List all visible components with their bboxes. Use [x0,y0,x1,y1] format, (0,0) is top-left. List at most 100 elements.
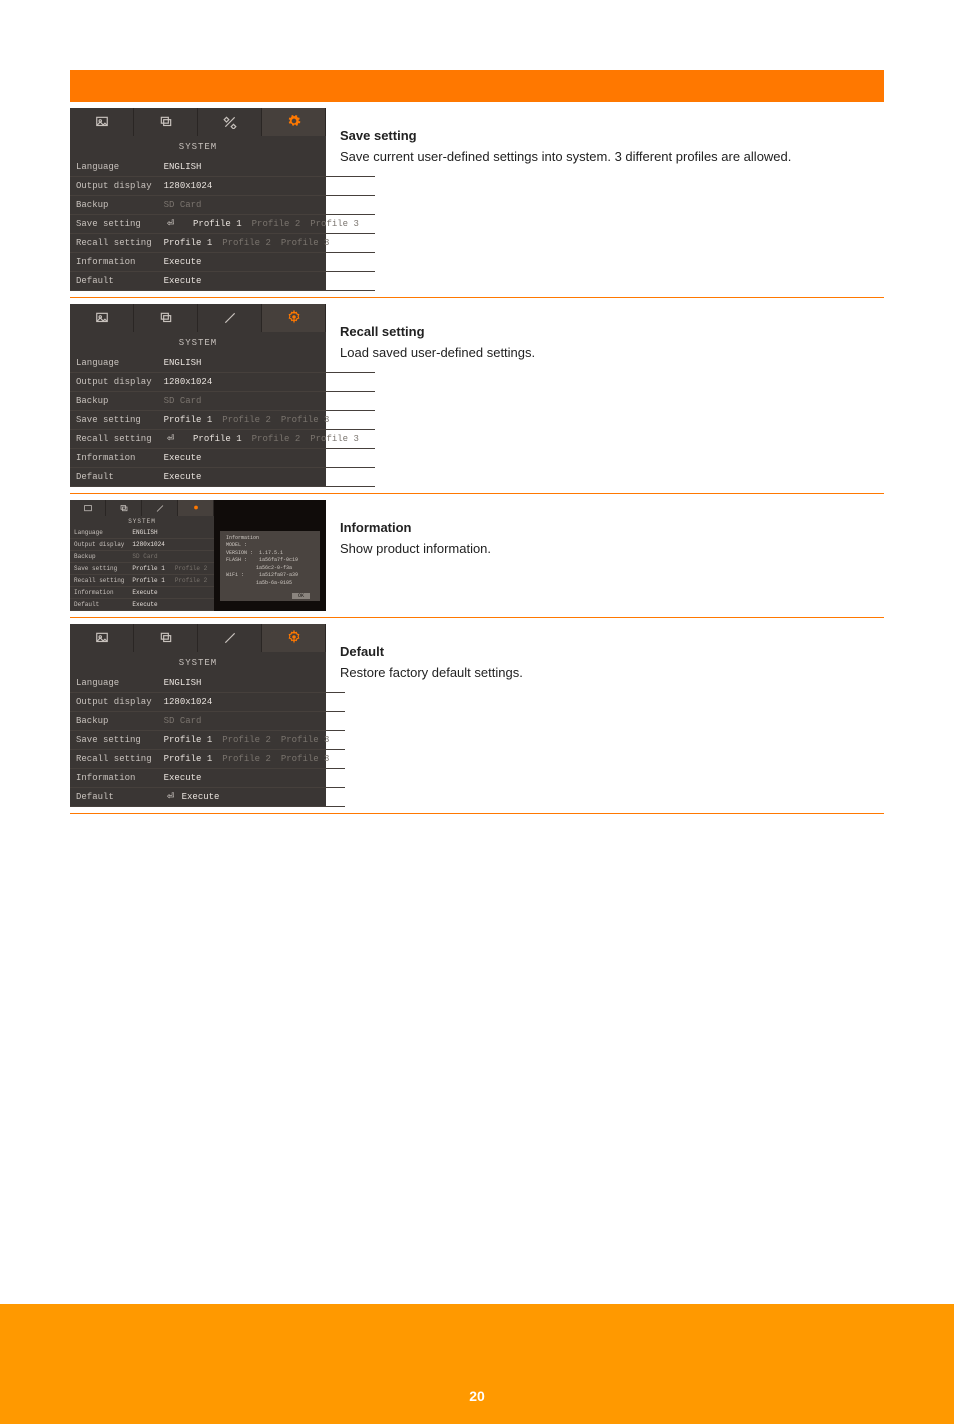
desc-info-body: Show product information. [340,541,884,556]
row-backup-label[interactable]: Backup [70,196,158,215]
gear-icon [286,114,302,131]
profile-1[interactable]: Profile 1 [164,238,213,248]
tab-layers[interactable] [134,624,198,652]
row-recall-profiles[interactable]: Profile 1 Profile 2 Profile 3 [158,234,375,253]
profile-1[interactable]: Profile 1 [164,735,213,745]
row-default-label[interactable]: Default [70,599,128,611]
tab-tools[interactable] [142,500,178,516]
row-default-value[interactable]: ⏎Execute [158,788,346,807]
profile-2[interactable]: Profile 2 [252,219,301,229]
row-default-label[interactable]: Default [70,272,158,291]
profile-1[interactable]: Profile 1 [164,754,213,764]
divider [70,493,884,494]
row-output-value[interactable]: 1280x1024 [158,693,346,712]
row-backup-value[interactable]: SD Card [158,392,375,411]
row-language-label[interactable]: Language [70,354,158,373]
row-info-label[interactable]: Information [70,253,158,272]
row-output-label[interactable]: Output display [70,177,158,196]
row-backup-value[interactable]: SD Card [158,196,375,215]
header-underline [70,100,884,102]
row-default-value[interactable]: Execute [158,468,375,487]
tab-tools[interactable] [198,304,262,332]
row-default-value[interactable]: Execute [158,272,375,291]
profile-2[interactable]: Profile 2 [222,754,271,764]
tab-picture[interactable] [70,500,106,516]
profile-3[interactable]: Profile 3 [281,238,330,248]
row-output-label[interactable]: Output display [70,693,158,712]
row-backup-label[interactable]: Backup [70,392,158,411]
profile-2[interactable]: Profile 2 [222,735,271,745]
row-info-value[interactable]: Execute [158,253,375,272]
row-save-profiles[interactable]: Profile 1 Profile 2 Profile 3 [158,731,346,750]
page-footer: 20 [0,1304,954,1424]
enter-arrow-icon: ⏎ [164,792,178,802]
row-save-label[interactable]: Save setting [70,731,158,750]
row-default-label[interactable]: Default [70,788,158,807]
row-recall-profiles[interactable]: Profile 1 Profile 2 Profile 3 [158,750,346,769]
tab-picture[interactable] [70,624,134,652]
row-output-label[interactable]: Output display [70,539,128,551]
row-recall-label[interactable]: Recall setting [70,234,158,253]
profile-1[interactable]: Profile 1 [132,577,164,584]
profile-1[interactable]: Profile 1 [164,415,213,425]
profile-2[interactable]: Profile 2 [175,577,207,584]
row-recall-label[interactable]: Recall setting [70,430,158,449]
profile-1[interactable]: Profile 1 [193,219,242,229]
tab-system[interactable] [262,304,326,332]
row-default-label[interactable]: Default [70,468,158,487]
profile-2[interactable]: Profile 2 [175,565,207,572]
tab-tools[interactable] [198,624,262,652]
row-info-label[interactable]: Information [70,587,128,599]
row-info-label[interactable]: Information [70,769,158,788]
tab-layers[interactable] [134,108,198,136]
row-recall-profiles[interactable]: ⏎ Profile 1Profile 2Profile 3 [158,430,375,449]
tab-system[interactable] [178,500,214,516]
row-backup-value[interactable]: SD Card [158,712,346,731]
row-save-profiles[interactable]: Profile 1 Profile 2 Profile 3 [158,411,375,430]
tab-picture[interactable] [70,108,134,136]
row-recall-label[interactable]: Recall setting [70,575,128,587]
tab-layers[interactable] [134,304,198,332]
profile-3[interactable]: Profile 3 [310,219,359,229]
profile-1[interactable]: Profile 1 [132,565,164,572]
row-backup-label[interactable]: Backup [70,712,158,731]
row-output-value[interactable]: 1280x1024 [158,177,375,196]
tab-system[interactable] [262,108,326,136]
tab-tools[interactable] [198,108,262,136]
row-information: SYSTEM LanguageENGLISH Output display128… [70,500,884,611]
row-output-label[interactable]: Output display [70,373,158,392]
row-backup-label[interactable]: Backup [70,551,128,563]
gear-icon [286,630,302,647]
tab-layers[interactable] [106,500,142,516]
gear-icon [286,310,302,327]
row-language-label[interactable]: Language [70,674,158,693]
row-output-value[interactable]: 1280x1024 [158,373,375,392]
row-recall-label[interactable]: Recall setting [70,750,158,769]
row-save-label[interactable]: Save setting [70,215,158,234]
profile-3[interactable]: Profile 3 [281,754,330,764]
desc-save: Save setting Save current user-defined s… [340,108,884,164]
row-info-label[interactable]: Information [70,449,158,468]
profile-3[interactable]: Profile 3 [281,735,330,745]
row-info-value[interactable]: Execute [158,449,375,468]
row-save-profiles[interactable]: ⏎ Profile 1Profile 2Profile 3 [158,215,375,234]
profile-3[interactable]: Profile 3 [281,415,330,425]
profile-2[interactable]: Profile 2 [222,238,271,248]
desc-default-title: Default [340,644,884,659]
row-info-value[interactable]: Execute [158,769,346,788]
row-save-label[interactable]: Save setting [70,563,128,575]
row-language-value[interactable]: ENGLISH [158,674,346,693]
info-ok-button[interactable]: OK [292,593,310,599]
profile-2[interactable]: Profile 2 [222,415,271,425]
profile-3[interactable]: Profile 3 [310,434,359,444]
osd-panel-info-wrap: SYSTEM LanguageENGLISH Output display128… [70,500,326,611]
row-save-label[interactable]: Save setting [70,411,158,430]
tab-system[interactable] [262,624,326,652]
tab-picture[interactable] [70,304,134,332]
divider [70,813,884,814]
row-language-label[interactable]: Language [70,158,158,177]
row-language-label[interactable]: Language [70,527,128,539]
profile-1[interactable]: Profile 1 [193,434,242,444]
desc-default: Default Restore factory default settings… [340,624,884,680]
profile-2[interactable]: Profile 2 [252,434,301,444]
